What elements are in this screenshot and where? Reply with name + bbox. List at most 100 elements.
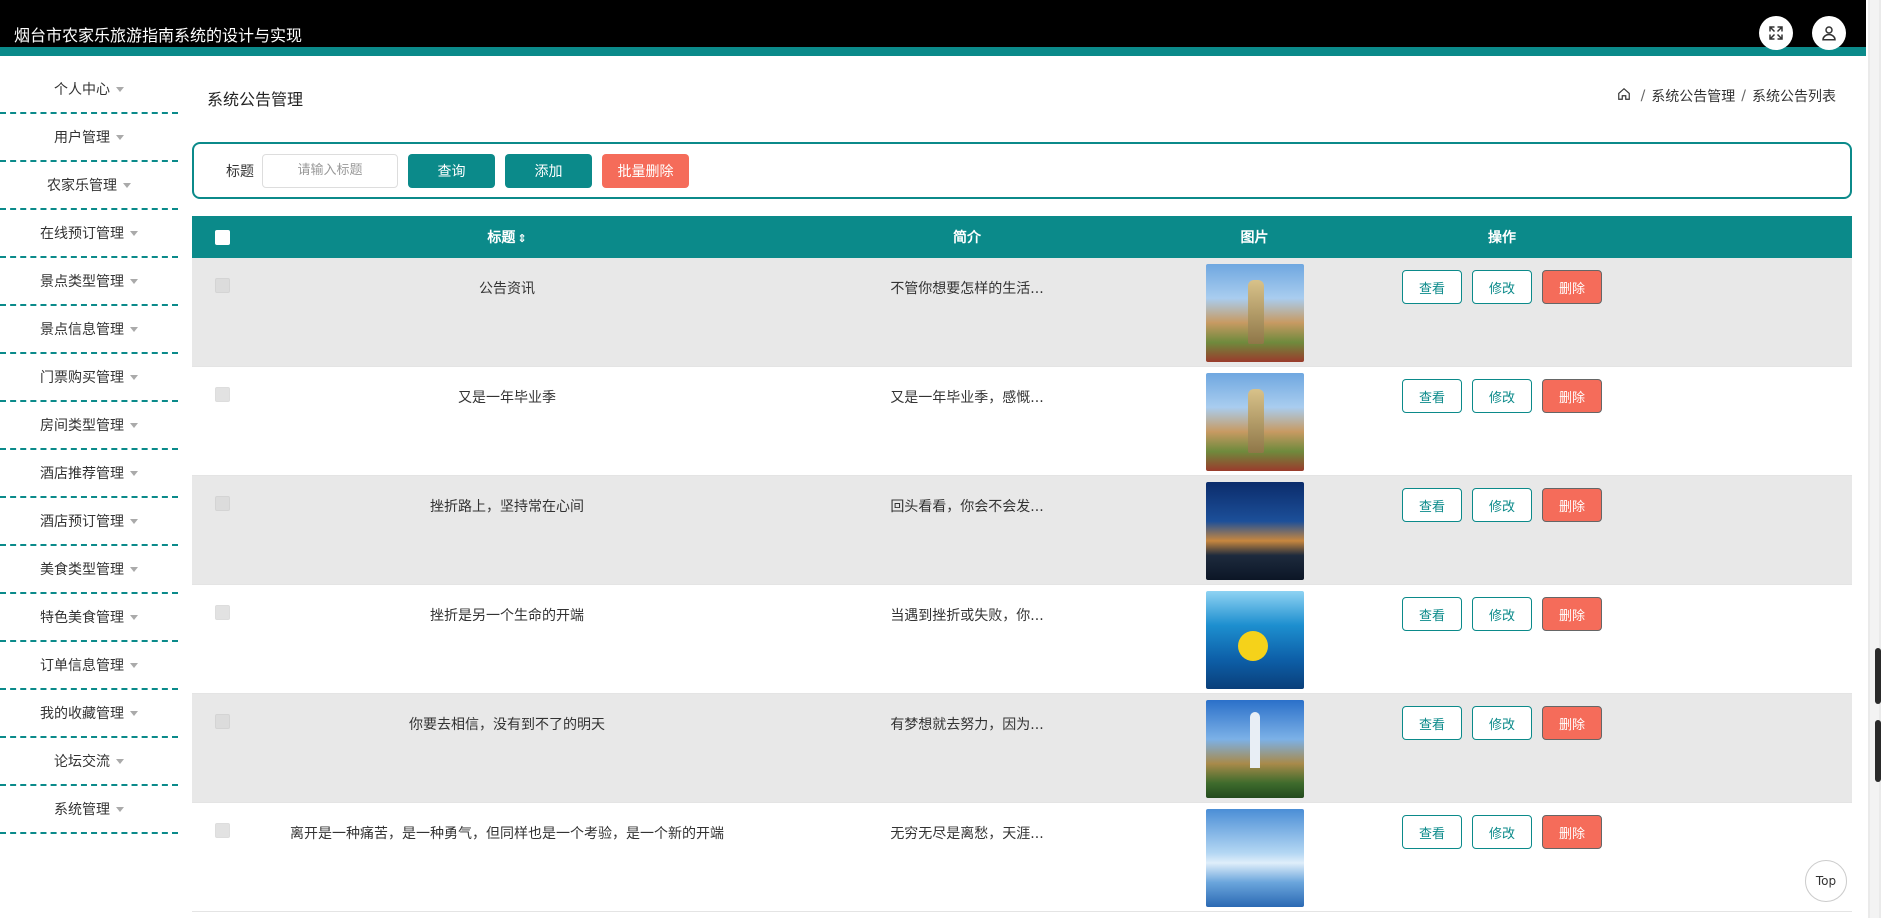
sidebar-item-label: 订单信息管理 <box>40 658 124 674</box>
header-check-cell <box>192 229 252 245</box>
sidebar-item-farmstay[interactable]: 农家乐管理 <box>0 162 178 210</box>
view-button[interactable]: 查看 <box>1402 597 1462 631</box>
sidebar-item-label: 景点信息管理 <box>40 322 124 338</box>
sidebar-item-users[interactable]: 用户管理 <box>0 114 178 162</box>
statue-image[interactable] <box>1205 373 1304 471</box>
caret-down-icon <box>130 375 138 380</box>
header-title[interactable]: 标题 ⇕ <box>252 227 762 247</box>
edit-button[interactable]: 修改 <box>1472 379 1532 413</box>
home-icon[interactable] <box>1617 87 1635 105</box>
select-all-checkbox[interactable] <box>214 229 230 245</box>
back-to-top-button[interactable]: Top <box>1805 860 1847 902</box>
sidebar-item-label: 特色美食管理 <box>40 610 124 626</box>
bridge-lake-image[interactable] <box>1205 809 1304 907</box>
tower-resort-image[interactable] <box>1205 700 1304 798</box>
edit-button[interactable]: 修改 <box>1472 597 1532 631</box>
caret-down-icon <box>130 519 138 524</box>
sidebar-item-label: 门票购买管理 <box>40 370 124 386</box>
sidebar-item-label: 用户管理 <box>54 130 110 146</box>
delete-button[interactable]: 删除 <box>1542 270 1602 304</box>
delete-button[interactable]: 删除 <box>1542 597 1602 631</box>
sidebar-item-hotel-recommend[interactable]: 酒店推荐管理 <box>0 450 178 498</box>
sidebar-item-label: 我的收藏管理 <box>40 706 124 722</box>
row-desc: 有梦想就去努力，因为... <box>890 717 1044 733</box>
row-desc: 当遇到挫折或失败，你... <box>890 608 1044 624</box>
sidebar-item-forum[interactable]: 论坛交流 <box>0 738 178 786</box>
view-button[interactable]: 查看 <box>1402 488 1462 522</box>
fullscreen-icon[interactable] <box>1759 16 1793 50</box>
row-desc: 回头看看，你会不会发... <box>890 499 1044 515</box>
page-title: 系统公告管理 <box>207 90 304 109</box>
edit-button[interactable]: 修改 <box>1472 488 1532 522</box>
table-header: 标题 ⇕ 简介 图片 操作 <box>192 216 1852 258</box>
table-row: 离开是一种痛苦，是一种勇气，但同样也是一个考验，是一个新的开端 无穷无尽是离愁，… <box>192 803 1852 912</box>
sidebar-item-system[interactable]: 系统管理 <box>0 786 178 834</box>
row-checkbox[interactable] <box>214 496 230 511</box>
sidebar-item-special-food[interactable]: 特色美食管理 <box>0 594 178 642</box>
caret-down-icon <box>116 87 124 92</box>
sidebar-item-food-type[interactable]: 美食类型管理 <box>0 546 178 594</box>
top-bar: 烟台市农家乐旅游指南系统的设计与实现 <box>0 0 1866 56</box>
scrollbar-marker <box>1875 648 1881 704</box>
row-checkbox[interactable] <box>214 605 230 620</box>
caret-down-icon <box>116 759 124 764</box>
sidebar-item-scenic-info[interactable]: 景点信息管理 <box>0 306 178 354</box>
sidebar-item-personal[interactable]: 个人中心 <box>0 66 178 114</box>
sidebar-item-label: 论坛交流 <box>54 754 110 770</box>
search-label: 标题 <box>226 163 254 180</box>
sidebar-item-scenic-type[interactable]: 景点类型管理 <box>0 258 178 306</box>
row-checkbox[interactable] <box>214 823 230 838</box>
query-button[interactable]: 查询 <box>408 153 495 188</box>
table-row: 挫折路上，坚持常在心间 回头看看，你会不会发... 查看 修改 删除 <box>192 476 1852 585</box>
sidebar-item-hotel-booking[interactable]: 酒店预订管理 <box>0 498 178 546</box>
vertical-scrollbar[interactable] <box>1868 0 1881 918</box>
sidebar-item-orders[interactable]: 订单信息管理 <box>0 642 178 690</box>
breadcrumb: / 系统公告管理 / 系统公告列表 <box>1617 86 1836 106</box>
caret-down-icon <box>123 183 131 188</box>
delete-button[interactable]: 删除 <box>1542 488 1602 522</box>
header-image: 图片 <box>1240 230 1269 246</box>
view-button[interactable]: 查看 <box>1402 379 1462 413</box>
delete-button[interactable]: 删除 <box>1542 379 1602 413</box>
delete-button[interactable]: 删除 <box>1542 706 1602 740</box>
edit-button[interactable]: 修改 <box>1472 706 1532 740</box>
row-title: 你要去相信，没有到不了的明天 <box>409 717 605 733</box>
sidebar-item-online-booking[interactable]: 在线预订管理 <box>0 210 178 258</box>
sidebar-item-label: 在线预订管理 <box>40 226 124 242</box>
pool-duck-image[interactable] <box>1205 591 1304 689</box>
sidebar-item-label: 房间类型管理 <box>40 418 124 434</box>
table-row: 你要去相信，没有到不了的明天 有梦想就去努力，因为... 查看 修改 删除 <box>192 694 1852 803</box>
sidebar-item-ticket[interactable]: 门票购买管理 <box>0 354 178 402</box>
row-checkbox[interactable] <box>214 278 230 293</box>
row-title: 挫折是另一个生命的开端 <box>430 608 584 624</box>
row-checkbox[interactable] <box>214 387 230 402</box>
statue-image[interactable] <box>1205 264 1304 362</box>
row-title: 离开是一种痛苦，是一种勇气，但同样也是一个考验，是一个新的开端 <box>290 826 724 842</box>
view-button[interactable]: 查看 <box>1402 270 1462 304</box>
add-button[interactable]: 添加 <box>505 153 592 188</box>
view-button[interactable]: 查看 <box>1402 706 1462 740</box>
sidebar: 个人中心 用户管理 农家乐管理 在线预订管理 景点类型管理 景点信息管理 门票购… <box>0 66 178 834</box>
caret-down-icon <box>130 327 138 332</box>
sort-icon[interactable]: ⇕ <box>517 232 526 245</box>
sidebar-item-label: 景点类型管理 <box>40 274 124 290</box>
announcement-table: 标题 ⇕ 简介 图片 操作 公告资讯 不管你想要怎样的生活... 查看 修改 删除… <box>192 216 1852 912</box>
night-town-image[interactable] <box>1205 482 1304 580</box>
caret-down-icon <box>130 471 138 476</box>
caret-down-icon <box>130 663 138 668</box>
user-avatar-icon[interactable] <box>1812 16 1846 50</box>
breadcrumb-level1[interactable]: 系统公告管理 <box>1651 86 1735 106</box>
row-title: 公告资讯 <box>479 281 535 297</box>
delete-button[interactable]: 删除 <box>1542 815 1602 849</box>
row-checkbox[interactable] <box>214 714 230 729</box>
edit-button[interactable]: 修改 <box>1472 815 1532 849</box>
sidebar-item-label: 农家乐管理 <box>47 178 117 194</box>
sidebar-item-room-type[interactable]: 房间类型管理 <box>0 402 178 450</box>
sidebar-item-favorites[interactable]: 我的收藏管理 <box>0 690 178 738</box>
row-title: 挫折路上，坚持常在心间 <box>430 499 584 515</box>
edit-button[interactable]: 修改 <box>1472 270 1532 304</box>
table-row: 又是一年毕业季 又是一年毕业季，感慨... 查看 修改 删除 <box>192 367 1852 476</box>
view-button[interactable]: 查看 <box>1402 815 1462 849</box>
batch-delete-button[interactable]: 批量删除 <box>602 153 689 188</box>
title-search-input[interactable] <box>262 153 398 188</box>
